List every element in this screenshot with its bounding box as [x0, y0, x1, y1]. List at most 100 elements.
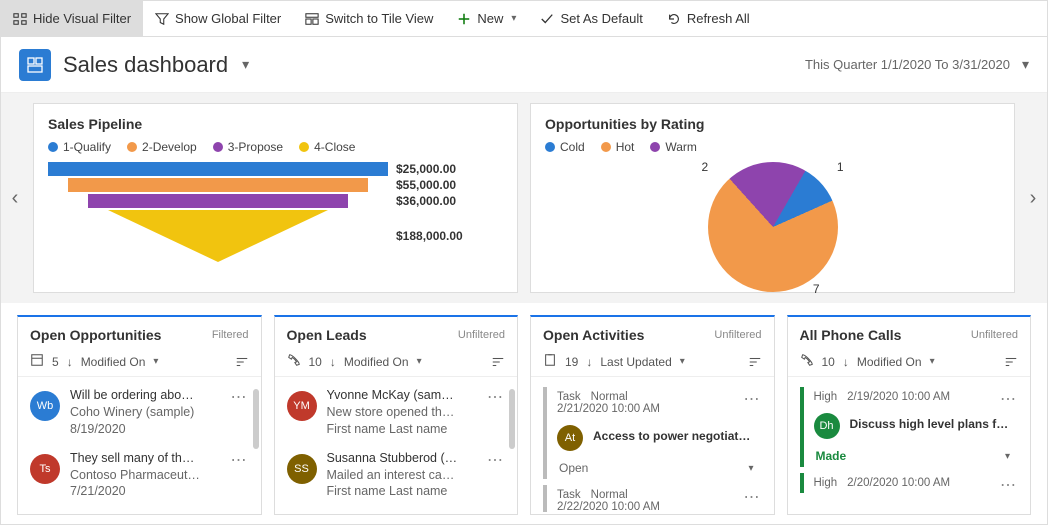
opportunities-by-rating-panel[interactable]: Opportunities by Rating Cold Hot Warm 1 7 …: [530, 103, 1015, 293]
item-date: 8/19/2020: [70, 421, 219, 438]
activity-type: Task: [557, 489, 581, 501]
more-icon[interactable]: ⋯: [744, 487, 760, 507]
prev-arrow[interactable]: ‹: [1, 187, 29, 210]
funnel-value: $55,000.00: [396, 178, 456, 192]
card-title: Open Activities: [543, 327, 644, 343]
chevron-down-icon[interactable]: ▾: [1005, 451, 1010, 462]
call-due: 2/20/2020 10:00 AM: [847, 477, 950, 489]
activity-due: 2/21/2020 10:00 AM: [557, 403, 756, 415]
switch-tile-view-button[interactable]: Switch to Tile View: [293, 1, 445, 36]
list-item[interactable]: SSSusanna Stubberod (…Mailed an interest…: [275, 444, 518, 507]
legend-item[interactable]: 2-Develop: [127, 140, 197, 154]
legend-item[interactable]: Warm: [650, 140, 697, 154]
call-subject: Discuss high level plans for f…: [850, 417, 1013, 431]
item-subtitle: New store opened th…: [327, 404, 476, 421]
date-range-chevron-icon[interactable]: ▾: [1022, 56, 1029, 73]
item-date: 7/21/2020: [70, 483, 219, 500]
legend-item[interactable]: Cold: [545, 140, 585, 154]
phone-call-item[interactable]: ⋯ High2/19/2020 10:00 AM DhDiscuss high …: [800, 387, 1019, 467]
open-opportunities-card: Open Opportunities Filtered 5 ↓ Modified…: [17, 315, 262, 515]
all-phone-calls-card: All Phone Calls Unfiltered 10 ↓ Modified…: [787, 315, 1032, 515]
stage-icon[interactable]: [30, 353, 44, 370]
toolbar-label: Show Global Filter: [175, 11, 281, 26]
list-item[interactable]: YMYvonne McKay (sam…New store opened th……: [275, 381, 518, 444]
refresh-all-button[interactable]: Refresh All: [655, 1, 762, 36]
sales-pipeline-panel[interactable]: Sales Pipeline 1-Qualify2-Develop3-Propo…: [33, 103, 518, 293]
sort-arrow-icon[interactable]: ↓: [586, 355, 592, 369]
sort-by-dropdown[interactable]: Modified On ▾: [857, 355, 935, 369]
avatar: Wb: [30, 391, 60, 421]
legend-item[interactable]: 4-Close: [299, 140, 355, 154]
toolbar-label: Set As Default: [560, 11, 642, 26]
pie-chart: 1 7 2: [708, 162, 838, 292]
view-options-icon[interactable]: [491, 355, 505, 369]
list-item[interactable]: WbWill be ordering abo…Coho Winery (samp…: [18, 381, 261, 444]
sort-by-dropdown[interactable]: Last Updated ▾: [600, 355, 684, 369]
sort-by-dropdown[interactable]: Modified On ▾: [344, 355, 422, 369]
chevron-down-icon[interactable]: ▾: [748, 463, 753, 474]
chevron-down-icon: ▾: [417, 356, 422, 367]
legend-swatch: [213, 142, 223, 152]
chevron-down-icon: ▾: [930, 356, 935, 367]
view-options-icon[interactable]: [235, 355, 249, 369]
hide-visual-filter-button[interactable]: Hide Visual Filter: [1, 1, 143, 36]
more-icon[interactable]: ⋯: [229, 387, 249, 407]
view-options-icon[interactable]: [748, 355, 762, 369]
phone-icon[interactable]: [800, 353, 814, 370]
card-body: YMYvonne McKay (sam…New store opened th……: [275, 377, 518, 512]
legend-item[interactable]: Hot: [601, 140, 635, 154]
sort-by-dropdown[interactable]: Modified On ▾: [81, 355, 159, 369]
more-icon[interactable]: ⋯: [744, 389, 760, 409]
item-title: They sell many of th…: [70, 450, 219, 467]
funnel-stage[interactable]: $36,000.00: [48, 194, 503, 208]
toolbar-label: New: [477, 11, 503, 26]
command-bar: Hide Visual Filter Show Global Filter Sw…: [1, 1, 1047, 37]
more-icon[interactable]: ⋯: [1000, 475, 1016, 495]
refresh-icon: [667, 12, 681, 26]
item-subtitle: Contoso Pharmaceut…: [70, 467, 219, 484]
item-subtitle: Coho Winery (sample): [70, 404, 219, 421]
list-item[interactable]: Nancy Anderson (sa…: [275, 506, 518, 512]
more-icon[interactable]: ⋯: [1000, 389, 1016, 409]
legend-item[interactable]: 3-Propose: [213, 140, 283, 154]
phone-icon[interactable]: [287, 353, 301, 370]
list-item[interactable]: TsThey sell many of th…Contoso Pharmaceu…: [18, 444, 261, 507]
more-icon[interactable]: ⋯: [229, 450, 249, 470]
legend: Cold Hot Warm: [545, 140, 1000, 154]
legend-swatch: [299, 142, 309, 152]
funnel-chart-icon: [13, 12, 27, 26]
set-as-default-button[interactable]: Set As Default: [528, 1, 654, 36]
funnel-stage[interactable]: $25,000.00: [48, 162, 503, 176]
title-chevron-icon[interactable]: ▾: [242, 56, 249, 73]
filter-state: Unfiltered: [714, 329, 761, 341]
check-icon: [540, 12, 554, 26]
list-item[interactable]: Very likely will order …: [18, 506, 261, 512]
new-button[interactable]: New ▾: [445, 1, 528, 36]
scrollbar[interactable]: [253, 389, 259, 449]
avatar: At: [557, 425, 583, 451]
funnel-stage[interactable]: $188,000.00: [48, 210, 503, 262]
sort-arrow-icon[interactable]: ↓: [843, 355, 849, 369]
legend-label: Cold: [560, 140, 585, 154]
next-arrow[interactable]: ›: [1019, 187, 1047, 210]
clipboard-icon[interactable]: [543, 353, 557, 370]
toolbar-label: Hide Visual Filter: [33, 11, 131, 26]
scrollbar[interactable]: [509, 389, 515, 449]
activity-item[interactable]: ⋯ TaskNormal 2/21/2020 10:00 AM AtAccess…: [543, 387, 762, 479]
show-global-filter-button[interactable]: Show Global Filter: [143, 1, 293, 36]
sort-arrow-icon[interactable]: ↓: [67, 355, 73, 369]
more-icon[interactable]: ⋯: [485, 387, 505, 407]
more-icon[interactable]: ⋯: [485, 450, 505, 470]
phone-call-item[interactable]: ⋯ High2/20/2020 10:00 AM: [800, 473, 1019, 493]
card-body: ⋯ High2/19/2020 10:00 AM DhDiscuss high …: [788, 377, 1031, 512]
sort-arrow-icon[interactable]: ↓: [330, 355, 336, 369]
panel-title: Opportunities by Rating: [545, 116, 1000, 132]
funnel-stage[interactable]: $55,000.00: [48, 178, 503, 192]
legend-label: 2-Develop: [142, 140, 197, 154]
item-meta: First name Last name: [327, 483, 476, 500]
view-options-icon[interactable]: [1004, 355, 1018, 369]
activity-item[interactable]: ⋯ TaskNormal 2/22/2020 10:00 AM: [543, 485, 762, 512]
card-title: Open Leads: [287, 327, 367, 343]
sort-label: Last Updated: [600, 355, 671, 369]
legend-item[interactable]: 1-Qualify: [48, 140, 111, 154]
